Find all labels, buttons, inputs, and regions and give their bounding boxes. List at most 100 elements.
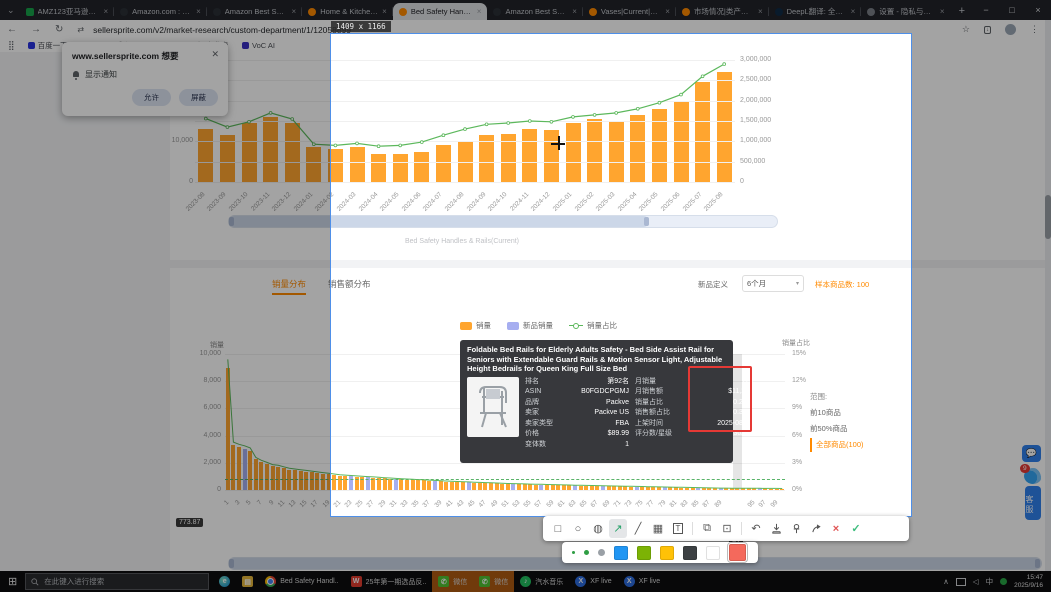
- wecom-task[interactable]: ✆微信: [473, 571, 514, 592]
- browser-tab-3[interactable]: Home & Kitchen...×: [302, 3, 393, 20]
- edge[interactable]: e: [213, 571, 236, 592]
- axis-tick: 0: [740, 178, 744, 185]
- distribution-tab-1[interactable]: 销售额分布: [328, 278, 371, 295]
- bookmark-3[interactable]: VoC AI: [242, 40, 275, 51]
- tab-close-icon[interactable]: ×: [292, 7, 297, 16]
- color-swatch-5[interactable]: [729, 544, 746, 561]
- tab-close-icon[interactable]: ×: [572, 7, 577, 16]
- forward-button[interactable]: →: [24, 24, 48, 35]
- browser-tab-2[interactable]: Amazon Best Sell...×: [207, 3, 302, 20]
- cancel-button[interactable]: ×: [827, 519, 845, 538]
- trend-chart-zoom-slider[interactable]: [228, 215, 778, 228]
- rectangle-tool[interactable]: □: [549, 519, 567, 538]
- site-settings-icon[interactable]: ⇄: [70, 25, 91, 34]
- stroke-size-dot-2[interactable]: [598, 549, 605, 556]
- ime-indicator[interactable]: 中: [986, 576, 994, 587]
- share-button[interactable]: [807, 519, 825, 538]
- chat-widget-button[interactable]: 💬: [1022, 445, 1041, 462]
- distribution-tab-0[interactable]: 销量分布: [272, 278, 306, 295]
- browser-tab-8[interactable]: DeepL翻译: 全世...×: [769, 3, 862, 20]
- browser-tab-5[interactable]: Amazon Best Sell...×: [487, 3, 582, 20]
- tray-volume-icon[interactable]: ◁: [973, 577, 979, 586]
- minimize-button[interactable]: −: [973, 0, 999, 20]
- slider-handle-right[interactable]: [644, 217, 649, 226]
- chart-legend[interactable]: 销量 新品销量 销量占比: [460, 320, 617, 331]
- maximize-button[interactable]: □: [999, 0, 1025, 20]
- back-button[interactable]: ←: [0, 24, 24, 35]
- stroke-size-dot-1[interactable]: [584, 550, 589, 555]
- legend-item[interactable]: 销量占比: [569, 320, 617, 331]
- blur-tool[interactable]: ⊡: [718, 519, 736, 538]
- browser-tab-1[interactable]: Amazon.com : M...×: [114, 3, 207, 20]
- tab-close-icon[interactable]: ×: [665, 7, 670, 16]
- reload-button[interactable]: ↻: [48, 24, 70, 35]
- stroke-size-dot-0[interactable]: [572, 551, 575, 554]
- address-bar[interactable]: sellersprite.com/v2/market-research/cust…: [93, 25, 351, 35]
- copy-tool[interactable]: ⧉: [698, 519, 716, 538]
- close-button[interactable]: ×: [1025, 0, 1051, 20]
- color-swatch-1[interactable]: [637, 546, 651, 560]
- taskbar-search-input[interactable]: 在此键入进行搜索: [25, 573, 209, 590]
- scrollbar-thumb[interactable]: [1045, 195, 1051, 239]
- color-swatch-4[interactable]: [706, 546, 720, 560]
- tab-close-icon[interactable]: ×: [758, 7, 763, 16]
- brush-tool[interactable]: ◍: [589, 519, 607, 538]
- popup-close-icon[interactable]: ✕: [211, 49, 219, 60]
- line-tool[interactable]: ╱: [629, 519, 647, 538]
- period-select[interactable]: 6个月▾: [742, 275, 804, 292]
- customer-service-button[interactable]: 客服: [1025, 486, 1041, 520]
- tab-close-icon[interactable]: ×: [940, 7, 945, 16]
- block-button[interactable]: 屏蔽: [179, 89, 218, 106]
- slider-handle-right[interactable]: [1035, 559, 1040, 568]
- wechat-task[interactable]: ✆微信: [432, 571, 473, 592]
- browser-tab-7[interactable]: 市场情况|类产品|...×: [676, 3, 769, 20]
- save-button[interactable]: [767, 519, 785, 538]
- profile-avatar[interactable]: [1005, 24, 1016, 35]
- ellipse-tool[interactable]: ○: [569, 519, 587, 538]
- color-swatch-2[interactable]: [660, 546, 674, 560]
- range-item-1[interactable]: 前50%商品: [810, 422, 864, 436]
- arrow-tool[interactable]: ↗: [609, 519, 627, 538]
- wps-task[interactable]: W25年第一期选品反..: [345, 571, 433, 592]
- slider-handle-left[interactable]: [229, 217, 234, 226]
- tray-chevron-icon[interactable]: ∧: [943, 577, 949, 586]
- tab-close-icon[interactable]: ×: [196, 7, 201, 16]
- range-item-0[interactable]: 前10商品: [810, 406, 864, 420]
- new-tab-button[interactable]: +: [951, 5, 973, 20]
- tray-display-icon[interactable]: [956, 578, 966, 586]
- allow-button[interactable]: 允许: [132, 89, 171, 106]
- pin-button[interactable]: [787, 519, 805, 538]
- bookmark-star-icon[interactable]: ☆: [962, 24, 970, 35]
- extension-icon[interactable]: ↓: [984, 26, 991, 34]
- menu-icon[interactable]: ⋮: [1030, 24, 1039, 35]
- tab-close-icon[interactable]: ×: [851, 7, 856, 16]
- color-swatch-0[interactable]: [614, 546, 628, 560]
- confirm-button[interactable]: ✓: [847, 519, 865, 538]
- tab-search-icon[interactable]: ⌄: [0, 5, 20, 20]
- browser-tab-9[interactable]: 设置 - 隐私与安全×: [861, 3, 950, 20]
- legend-item[interactable]: 销量: [460, 320, 491, 331]
- tab-close-icon[interactable]: ×: [477, 7, 482, 16]
- taskbar-clock[interactable]: 15:47 2025/9/16: [1014, 574, 1043, 590]
- start-button[interactable]: ⊞: [0, 575, 25, 588]
- slider-handle-left[interactable]: [229, 559, 234, 568]
- tab-close-icon[interactable]: ×: [382, 7, 387, 16]
- undo-button[interactable]: ↶: [747, 519, 765, 538]
- trend-chart-plot[interactable]: [195, 60, 735, 182]
- page-scrollbar[interactable]: [1045, 20, 1051, 571]
- mosaic-tool[interactable]: ▦: [649, 519, 667, 538]
- browser-tab-0[interactable]: AMZ123亚马逊卖...×: [20, 3, 115, 20]
- color-swatch-3[interactable]: [683, 546, 697, 560]
- xf-live-task[interactable]: XXF live: [569, 571, 617, 592]
- explorer[interactable]: ▤: [236, 571, 259, 592]
- legend-item[interactable]: 新品销量: [507, 320, 553, 331]
- chrome-task[interactable]: Bed Safety Handl..: [259, 571, 344, 592]
- range-item-2[interactable]: 全部商品(100): [810, 438, 864, 452]
- apps-grid-icon[interactable]: ⣿: [8, 40, 14, 51]
- tab-close-icon[interactable]: ×: [104, 7, 109, 16]
- xf-live-task-2[interactable]: XXF live: [618, 571, 666, 592]
- browser-tab-4[interactable]: Bed Safety Handl...×: [393, 3, 488, 20]
- browser-tab-6[interactable]: Vases|Current|排...×: [583, 3, 676, 20]
- soda-music-task[interactable]: ♪汽水音乐: [514, 571, 569, 592]
- text-tool[interactable]: T: [669, 519, 687, 538]
